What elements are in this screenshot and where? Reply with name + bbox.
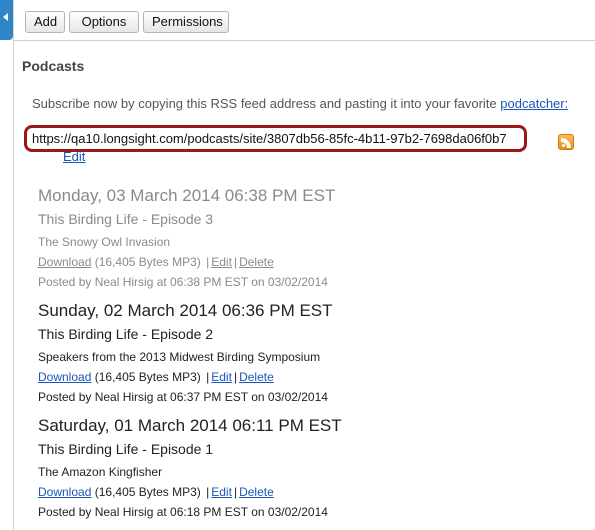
rss-feed-address[interactable]: https://qa10.longsight.com/podcasts/site… bbox=[24, 125, 527, 152]
edit-link[interactable]: Edit bbox=[211, 370, 232, 384]
download-link[interactable]: Download bbox=[38, 485, 91, 499]
podcast-description: The Amazon Kingfisher bbox=[38, 465, 163, 479]
delete-link[interactable]: Delete bbox=[239, 485, 274, 499]
podcast-actions: Download (16,405 Bytes MP3) | Edit | Delete bbox=[38, 485, 274, 499]
delete-link[interactable]: Delete bbox=[239, 255, 274, 269]
edit-feed-link[interactable]: Edit bbox=[63, 149, 85, 164]
podcast-item: Saturday, 01 March 2014 06:11 PM EST Thi… bbox=[38, 416, 342, 519]
podcast-date: Saturday, 01 March 2014 06:11 PM EST bbox=[38, 416, 342, 435]
podcast-date: Monday, 03 March 2014 06:38 PM EST bbox=[38, 186, 336, 205]
file-size: (16,405 Bytes MP3) bbox=[94, 370, 201, 384]
posted-by: Posted by Neal Hirsig at 06:37 PM EST on… bbox=[38, 390, 328, 404]
options-button[interactable]: Options bbox=[69, 11, 139, 33]
permissions-button[interactable]: Permissions bbox=[143, 11, 229, 33]
podcatcher-link[interactable]: podcatcher: bbox=[500, 96, 568, 111]
edit-link[interactable]: Edit bbox=[211, 255, 232, 269]
podcast-title: This Birding Life - Episode 1 bbox=[38, 441, 214, 457]
posted-by: Posted by Neal Hirsig at 06:18 PM EST on… bbox=[38, 505, 328, 519]
collapse-tool-tab[interactable] bbox=[0, 0, 13, 40]
subscribe-instructions: Subscribe now by copying this RSS feed a… bbox=[32, 96, 568, 111]
podcast-description: Speakers from the 2013 Midwest Birding S… bbox=[38, 350, 321, 364]
podcast-date: Sunday, 02 March 2014 06:36 PM EST bbox=[38, 301, 333, 320]
podcast-item: Sunday, 02 March 2014 06:36 PM EST This … bbox=[38, 301, 333, 404]
add-button[interactable]: Add bbox=[25, 11, 65, 33]
delete-link[interactable]: Delete bbox=[239, 370, 274, 384]
posted-by: Posted by Neal Hirsig at 06:38 PM EST on… bbox=[38, 275, 328, 289]
download-link[interactable]: Download bbox=[38, 370, 91, 384]
page-title: Podcasts bbox=[22, 58, 85, 74]
sidebar-divider bbox=[13, 0, 14, 530]
podcast-title: This Birding Life - Episode 3 bbox=[38, 211, 214, 227]
podcast-item: Monday, 03 March 2014 06:38 PM EST This … bbox=[38, 186, 335, 289]
podcast-actions: Download (16,405 Bytes MP3) | Edit | Delete bbox=[38, 370, 274, 384]
podcast-actions: Download (16,405 Bytes MP3) | Edit | Delete bbox=[38, 255, 274, 269]
toolbar: Add Options Permissions bbox=[14, 0, 595, 41]
subscribe-text: Subscribe now by copying this RSS feed a… bbox=[32, 96, 497, 111]
podcast-description: The Snowy Owl Invasion bbox=[38, 235, 171, 249]
collapse-arrow-icon bbox=[3, 13, 8, 21]
edit-link[interactable]: Edit bbox=[211, 485, 232, 499]
podcast-title: This Birding Life - Episode 2 bbox=[38, 326, 214, 342]
file-size: (16,405 Bytes MP3) bbox=[94, 255, 201, 269]
rss-feed-url[interactable]: https://qa10.longsight.com/podcasts/site… bbox=[32, 131, 507, 146]
file-size: (16,405 Bytes MP3) bbox=[94, 485, 201, 499]
download-link[interactable]: Download bbox=[38, 255, 91, 269]
rss-feed-icon[interactable] bbox=[558, 134, 574, 150]
